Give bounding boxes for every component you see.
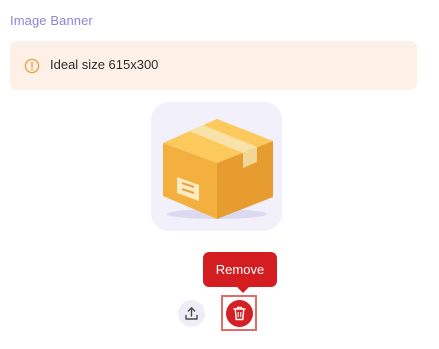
image-preview: [151, 102, 282, 231]
alert-text: Ideal size 615x300: [50, 57, 159, 72]
tooltip-label: Remove: [215, 262, 265, 277]
package-box-icon: [163, 119, 273, 219]
tooltip-arrow: [237, 287, 249, 293]
upload-button[interactable]: [178, 300, 205, 327]
section-title: Image Banner: [10, 13, 93, 28]
delete-button[interactable]: [226, 300, 253, 327]
remove-tooltip: Remove: [203, 252, 277, 293]
info-alert: Ideal size 615x300: [10, 41, 417, 90]
info-circle-icon: [24, 58, 40, 74]
